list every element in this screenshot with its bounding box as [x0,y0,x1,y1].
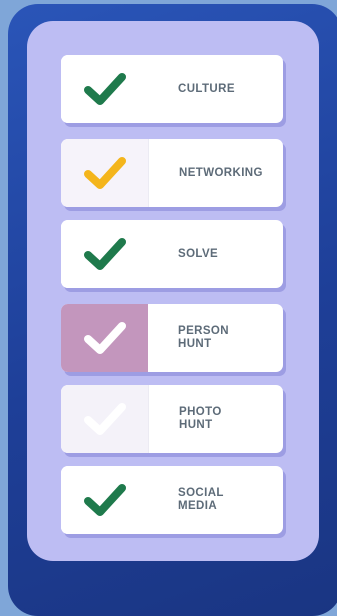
item-person-hunt[interactable]: PERSON HUNT [61,304,283,372]
item-label: SOLVE [178,247,219,260]
item-label: PHOTO HUNT [179,406,222,431]
item-photo-hunt[interactable]: PHOTO HUNT [61,385,283,453]
check-icon [83,73,126,105]
check-icon [83,403,126,435]
item-label: NETWORKING [179,166,263,179]
icon-box [61,139,149,207]
icon-box [61,385,149,453]
item-social-media[interactable]: SOCIAL MEDIA [61,466,283,534]
item-label: CULTURE [178,82,235,95]
check-icon [83,157,126,189]
item-culture[interactable]: CULTURE [61,55,283,123]
check-icon [83,322,126,354]
item-label: PERSON HUNT [178,325,229,350]
item-label: SOCIAL MEDIA [178,487,224,512]
icon-box [61,466,148,534]
icon-box [61,220,148,288]
check-icon [83,484,126,516]
icon-box [61,55,148,123]
check-icon [83,238,126,270]
item-solve[interactable]: SOLVE [61,220,283,288]
item-networking[interactable]: NETWORKING [61,139,283,207]
icon-box [61,304,148,372]
